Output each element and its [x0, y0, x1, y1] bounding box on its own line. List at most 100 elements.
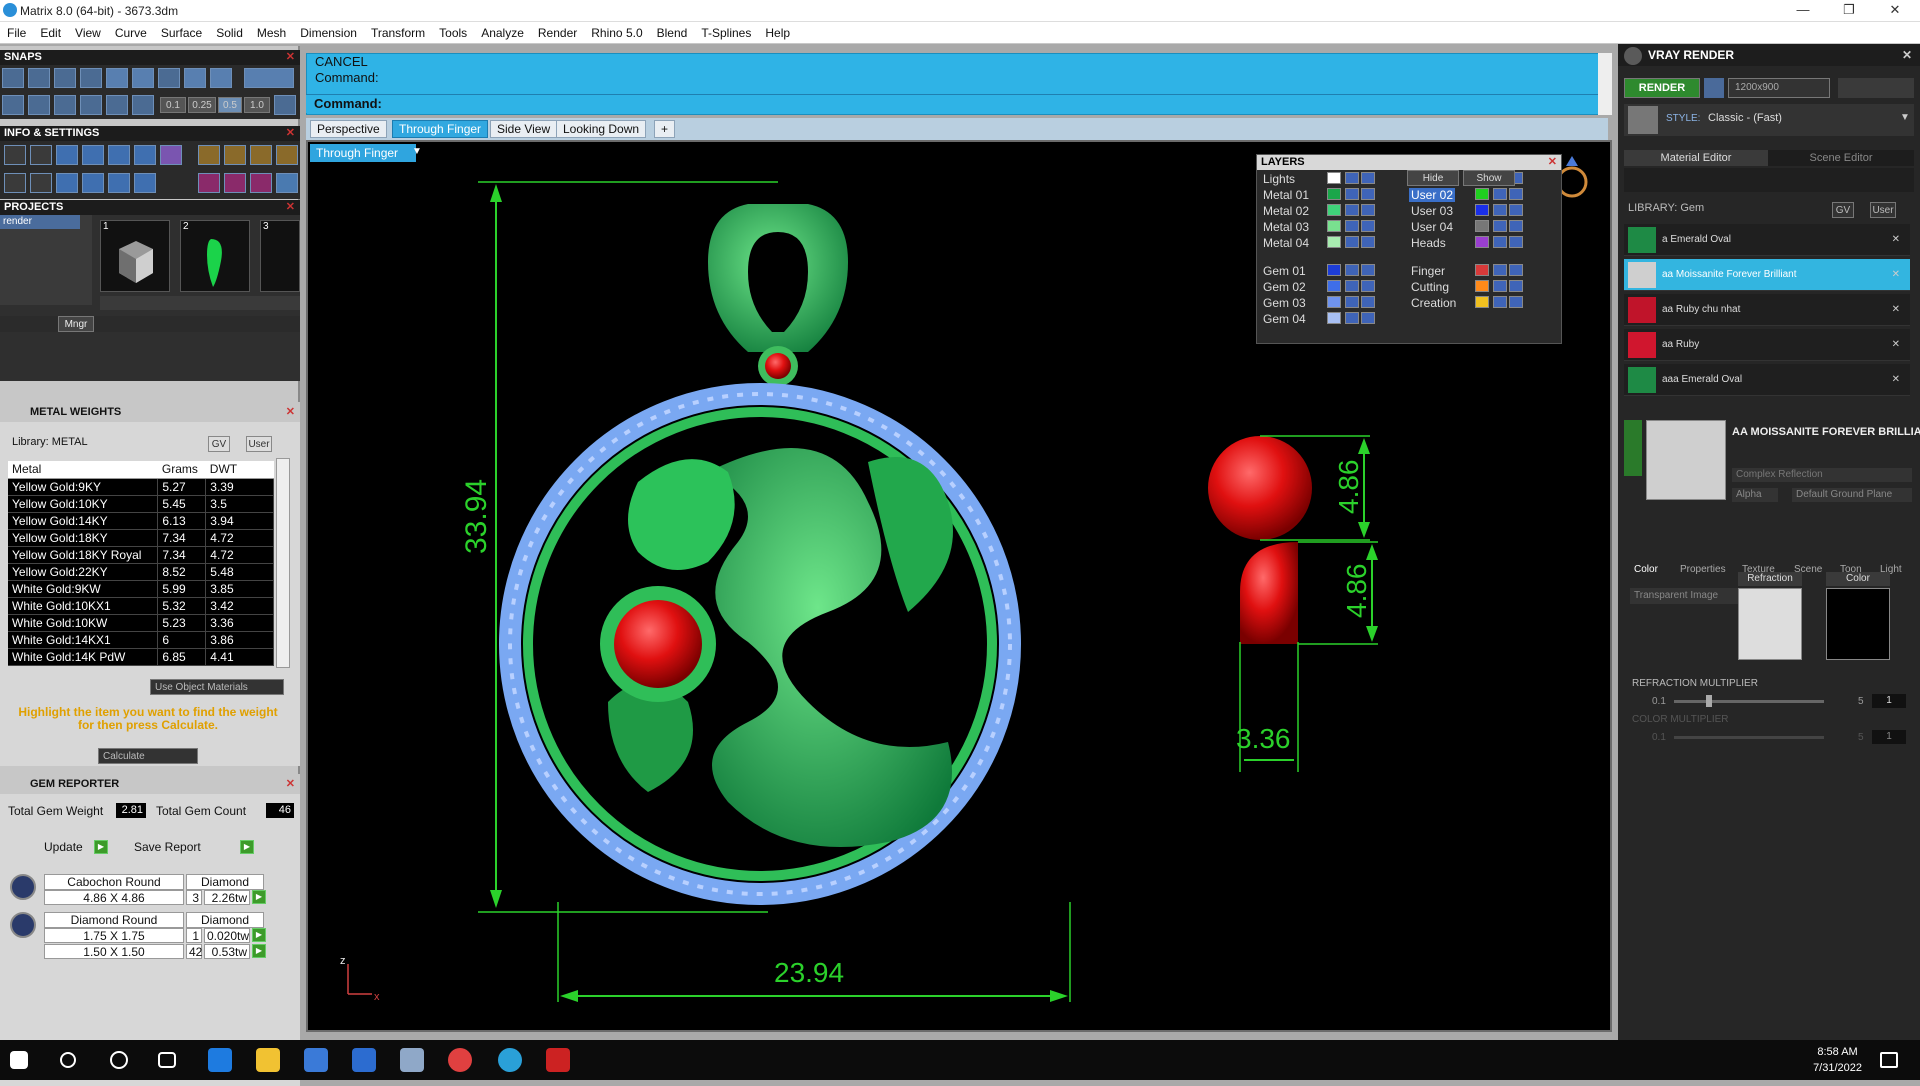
refraction-swatch[interactable]	[1738, 588, 1802, 660]
panel-icon[interactable]	[30, 173, 52, 193]
snap-step-3[interactable]: 1.0	[244, 97, 270, 113]
material-item[interactable]: aa Moissanite Forever Brilliant ✕	[1624, 259, 1910, 291]
menu-render[interactable]: Render	[531, 26, 584, 40]
gem-select-icon[interactable]: ▶	[252, 928, 266, 942]
update-go-icon[interactable]: ▶	[94, 840, 108, 854]
tool-a-icon[interactable]	[198, 145, 220, 165]
alpha-toggle[interactable]: Alpha	[1732, 488, 1778, 502]
edit-icon[interactable]	[134, 145, 156, 165]
gem-group[interactable]: Cabochon Round Diamond 4.86 X 4.86 3 2.26tw ▶	[8, 872, 266, 908]
layer-row[interactable]: Heads	[1407, 236, 1541, 250]
table-row[interactable]: White Gold:14KX1 6 3.86	[8, 631, 274, 649]
notification-icon[interactable]	[1880, 1052, 1898, 1068]
table-row[interactable]: Yellow Gold:18KY Royal 7.34 4.72	[8, 546, 274, 564]
menu-help[interactable]: Help	[758, 26, 797, 40]
menu-surface[interactable]: Surface	[154, 26, 209, 40]
layer-row[interactable]: User 04	[1407, 220, 1541, 234]
material-side-tab[interactable]	[1624, 420, 1642, 476]
visibility-icon[interactable]	[1361, 204, 1375, 216]
windows-start-icon[interactable]	[10, 1051, 28, 1069]
lock-icon[interactable]	[1493, 296, 1507, 308]
layer-row[interactable]: Metal 04	[1259, 236, 1393, 250]
menu-rhino[interactable]: Rhino 5.0	[584, 26, 649, 40]
use-object-materials[interactable]: Use Object Materials	[150, 679, 284, 695]
objects-icon[interactable]	[56, 145, 78, 165]
prop-tab-properties[interactable]: Properties	[1680, 562, 1726, 578]
close-icon[interactable]: ✕	[286, 50, 295, 65]
calc-icon[interactable]	[134, 173, 156, 193]
layer-color-swatch[interactable]	[1327, 188, 1341, 200]
search-icon[interactable]	[30, 145, 52, 165]
table-row[interactable]: White Gold:10KW 5.23 3.36	[8, 614, 274, 632]
clock[interactable]: 8:58 AM 7/31/2022	[1813, 1044, 1862, 1076]
menu-tsplines[interactable]: T-Splines	[694, 26, 758, 40]
measure-icon[interactable]	[80, 95, 102, 115]
lock-icon[interactable]	[1345, 188, 1359, 200]
menu-file[interactable]: File	[0, 26, 33, 40]
library-gv-button[interactable]: GV	[208, 436, 230, 452]
snap-center-icon[interactable]	[106, 68, 128, 88]
network-icon[interactable]	[56, 173, 78, 193]
grid-icon[interactable]	[2, 95, 24, 115]
layer-row[interactable]: Gem 02	[1259, 280, 1393, 294]
tool-d-icon[interactable]	[276, 145, 298, 165]
plane-icon[interactable]	[106, 95, 128, 115]
snap-int-icon[interactable]	[132, 68, 154, 88]
vray-user-button[interactable]: User	[1870, 202, 1896, 218]
refraction-slider[interactable]	[1674, 700, 1824, 703]
layer-color-swatch[interactable]	[1475, 280, 1489, 292]
tab-perspective[interactable]: Perspective	[310, 120, 387, 138]
layers-icon[interactable]	[82, 145, 104, 165]
visibility-icon[interactable]	[1509, 220, 1523, 232]
tool-h-icon[interactable]	[276, 173, 298, 193]
snap-step-1[interactable]: 0.25	[188, 97, 216, 113]
visibility-icon[interactable]	[1361, 280, 1375, 292]
material-item[interactable]: aaa Emerald Oval ✕	[1624, 364, 1910, 396]
tool-f-icon[interactable]	[224, 173, 246, 193]
manager-button[interactable]: Mngr	[58, 316, 94, 332]
lock-icon[interactable]	[1345, 312, 1359, 324]
close-icon[interactable]: ✕	[1902, 44, 1912, 66]
menu-edit[interactable]: Edit	[33, 26, 68, 40]
tab-scene-editor[interactable]: Scene Editor	[1768, 150, 1914, 166]
lock-icon[interactable]	[1345, 204, 1359, 216]
delete-icon[interactable]: ✕	[1892, 259, 1900, 291]
project-item-render[interactable]: render	[0, 215, 80, 229]
box-icon[interactable]	[82, 173, 104, 193]
snap-tan-icon[interactable]	[184, 68, 206, 88]
layer-row[interactable]: Gem 04	[1259, 312, 1393, 326]
snap-quad-icon[interactable]	[210, 68, 232, 88]
ring-size-icon[interactable]	[1556, 166, 1588, 198]
reflection-select[interactable]: Complex Reflection	[1732, 468, 1912, 482]
menu-blend[interactable]: Blend	[650, 26, 695, 40]
pencil-icon[interactable]	[54, 95, 76, 115]
files-icon[interactable]	[108, 145, 130, 165]
snap-point-icon[interactable]	[54, 68, 76, 88]
hide-button[interactable]: Hide	[1407, 170, 1459, 186]
visibility-icon[interactable]	[1509, 188, 1523, 200]
delete-icon[interactable]: ✕	[1892, 294, 1900, 326]
save-report-go-icon[interactable]: ▶	[240, 840, 254, 854]
visibility-icon[interactable]	[1361, 188, 1375, 200]
lock-icon[interactable]	[1345, 280, 1359, 292]
close-icon[interactable]: ✕	[286, 126, 295, 141]
project-thumb-1[interactable]: 1	[100, 220, 170, 292]
layer-row[interactable]: Cutting	[1407, 280, 1541, 294]
settings-icon[interactable]	[4, 145, 26, 165]
lock-icon[interactable]	[1345, 264, 1359, 276]
layer-row[interactable]: Metal 03	[1259, 220, 1393, 234]
menu-dimension[interactable]: Dimension	[293, 26, 364, 40]
visibility-icon[interactable]	[1509, 236, 1523, 248]
layer-row[interactable]: User 03	[1407, 204, 1541, 218]
lock-icon[interactable]	[1493, 220, 1507, 232]
layer-color-swatch[interactable]	[1327, 280, 1341, 292]
layer-color-swatch[interactable]	[1475, 296, 1489, 308]
library-user-button[interactable]: User	[246, 436, 272, 452]
save-report-button[interactable]: Save Report	[134, 840, 201, 854]
table-row[interactable]: White Gold:14K PdW 6.85 4.41	[8, 648, 274, 666]
table-row[interactable]: Yellow Gold:14KY 6.13 3.94	[8, 512, 274, 530]
edge-icon[interactable]	[208, 1048, 232, 1072]
grid-snap-icon[interactable]	[274, 95, 296, 115]
command-scrollbar[interactable]	[1598, 53, 1612, 115]
visibility-icon[interactable]	[1509, 264, 1523, 276]
